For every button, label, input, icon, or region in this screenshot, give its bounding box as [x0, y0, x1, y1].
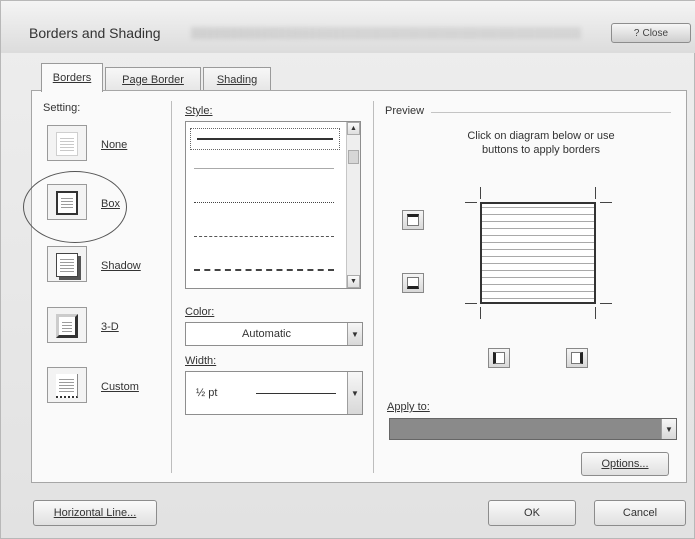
preview-label: Preview — [385, 105, 425, 117]
width-label: Width: — [185, 355, 217, 367]
ok-button[interactable]: OK — [488, 500, 576, 526]
right-border-button[interactable] — [566, 348, 588, 368]
close-button-label: Close — [642, 27, 669, 39]
tab-borders[interactable]: Borders — [41, 63, 103, 92]
style-list[interactable]: ▲ ▼ — [185, 121, 361, 289]
bottom-border-icon — [407, 277, 419, 289]
setting-custom-label: Custom — [101, 381, 139, 393]
preview-instructions: Click on diagram below or use buttons to… — [467, 130, 615, 156]
setting-3d-option[interactable] — [47, 307, 87, 343]
style-label: Style: — [185, 105, 213, 117]
style-item-dash-dot[interactable] — [194, 269, 334, 273]
highlight-circle — [23, 171, 127, 243]
setting-none-option[interactable] — [47, 125, 87, 161]
setting-none-icon — [56, 132, 78, 156]
top-border-button[interactable] — [402, 210, 424, 230]
options-button[interactable]: Options... — [581, 452, 669, 476]
dialog-title: Borders and Shading — [29, 25, 161, 41]
top-border-icon — [407, 214, 419, 226]
setting-shadow-label: Shadow — [101, 260, 141, 272]
title-bar: Borders and Shading ? Close — [1, 1, 695, 53]
corner-tick — [480, 307, 481, 319]
chevron-down-icon[interactable]: ▼ — [347, 372, 362, 414]
preview-diagram[interactable] — [480, 202, 596, 304]
corner-tick — [595, 187, 596, 199]
color-dropdown[interactable]: Automatic ▼ — [185, 322, 363, 346]
corner-tick — [600, 303, 612, 304]
left-border-button[interactable] — [488, 348, 510, 368]
corner-tick — [595, 307, 596, 319]
setting-custom-icon — [56, 374, 78, 398]
corner-tick — [600, 202, 612, 203]
preview-group-line — [431, 112, 671, 113]
style-scrollbar[interactable]: ▲ ▼ — [346, 122, 360, 288]
cancel-button[interactable]: Cancel — [594, 500, 686, 526]
setting-shadow-icon — [56, 253, 78, 277]
scroll-down-icon[interactable]: ▼ — [347, 275, 360, 288]
style-item-dashed[interactable] — [194, 236, 334, 240]
tab-shading[interactable]: Shading — [203, 67, 271, 91]
right-border-icon — [571, 352, 583, 364]
style-item-dotted[interactable] — [194, 202, 334, 206]
width-line-sample — [256, 393, 336, 394]
corner-tick — [465, 303, 477, 304]
corner-tick — [465, 202, 477, 203]
divider — [373, 101, 374, 473]
help-icon: ? — [633, 27, 640, 39]
chevron-down-icon[interactable]: ▼ — [347, 323, 362, 345]
style-item-solid[interactable] — [190, 128, 340, 150]
apply-to-dropdown[interactable]: ▼ — [389, 418, 677, 440]
corner-tick — [480, 187, 481, 199]
scroll-thumb[interactable] — [348, 150, 359, 164]
scroll-up-icon[interactable]: ▲ — [347, 122, 360, 135]
setting-custom-option[interactable] — [47, 367, 87, 403]
borders-and-shading-dialog: Borders and Shading ? Close Borders Page… — [0, 0, 695, 539]
width-value: ½ pt — [196, 387, 218, 399]
apply-to-label: Apply to: — [387, 401, 430, 413]
setting-none-label: None — [101, 139, 128, 151]
width-dropdown[interactable]: ½ pt ▼ — [185, 371, 363, 415]
bottom-border-button[interactable] — [402, 273, 424, 293]
tab-page-border[interactable]: Page Border — [105, 67, 201, 91]
left-border-icon — [493, 352, 505, 364]
chevron-down-icon[interactable]: ▼ — [661, 419, 676, 439]
close-button[interactable]: ? Close — [611, 23, 691, 43]
horizontal-line-button[interactable]: Horizontal Line... — [33, 500, 157, 526]
divider — [171, 101, 172, 473]
style-item-thin[interactable] — [194, 168, 334, 172]
setting-3d-label: 3-D — [101, 321, 119, 333]
color-value: Automatic — [242, 328, 291, 340]
setting-shadow-option[interactable] — [47, 246, 87, 282]
title-bar-blur — [191, 27, 581, 39]
setting-3d-icon — [56, 314, 78, 338]
color-label: Color: — [185, 306, 215, 318]
setting-label: Setting: — [43, 102, 81, 114]
